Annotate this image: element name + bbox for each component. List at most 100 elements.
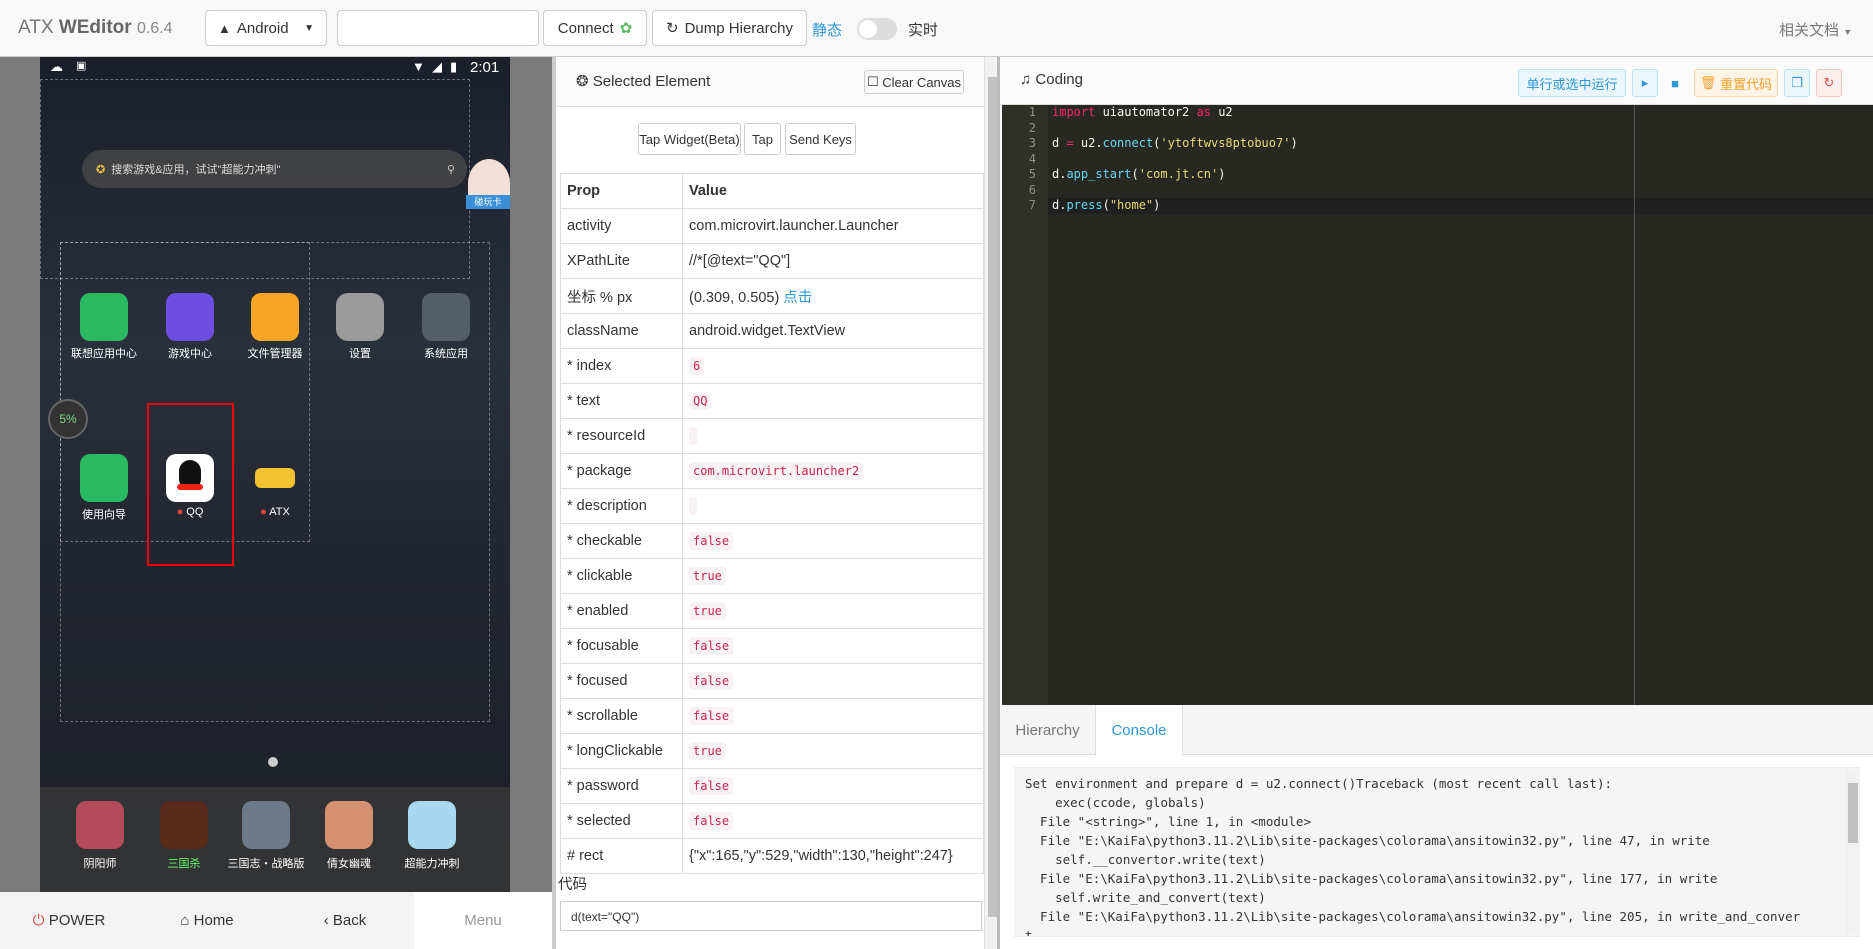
power-button[interactable]: ⏻ POWER: [0, 912, 138, 929]
dock-label: 三国杀: [167, 858, 201, 870]
checkbox-icon: ☐: [866, 74, 879, 89]
selected-element-highlight: [147, 403, 234, 566]
coding-panel: ♫ Coding 单行或选中运行 ▸ ■ 🗑 重置代码 ❐ ↻ 1234567 …: [997, 57, 1873, 949]
realtime-toggle[interactable]: [857, 18, 897, 40]
trash-icon: 🗑: [1699, 75, 1717, 90]
dock-label: 倩女幽魂: [327, 858, 371, 870]
prop-key: className: [560, 313, 683, 349]
dump-hierarchy-button[interactable]: ↻ Dump Hierarchy: [652, 10, 807, 46]
device-screen[interactable]: ☁ ▣ ▼ ◢ ▮ 2:01 ✪ 搜索游戏&应用，试试"超能力冲刺" ⚲ 碰玩卡…: [40, 57, 510, 892]
onmyoji-icon[interactable]: [76, 801, 124, 849]
code-editor[interactable]: 1234567 import uiautomator2 as u2 d = u2…: [1002, 105, 1873, 705]
qiannv-icon[interactable]: [325, 801, 373, 849]
home-icon: ⌂: [180, 912, 190, 929]
game-center-icon[interactable]: [166, 293, 214, 341]
prop-key: # rect: [560, 838, 683, 874]
code-lines[interactable]: import uiautomator2 as u2 d = u2.connect…: [1052, 105, 1298, 214]
user-guide-icon[interactable]: [80, 454, 128, 502]
prop-value: android.widget.TextView: [682, 313, 984, 349]
prop-header: Prop: [560, 173, 683, 209]
properties-body: activity com.microvirt.launcher.Launcher X…: [560, 208, 984, 874]
app-brand[interactable]: ATX WEditor 0.6.4: [18, 17, 173, 39]
prop-value-text: com.microvirt.launcher2: [689, 462, 864, 480]
table-row: * selected false: [560, 803, 984, 839]
tap-button[interactable]: Tap: [744, 123, 781, 155]
prop-value-text: false: [689, 637, 734, 655]
code-snippet-field[interactable]: d(text="QQ"): [560, 901, 982, 931]
prop-value-text: false: [689, 532, 734, 550]
tab-console[interactable]: Console: [1095, 705, 1183, 756]
super-dash-icon[interactable]: [408, 801, 456, 849]
app-label: 设置: [349, 348, 371, 360]
prop-value-text: false: [689, 707, 734, 725]
reload-icon[interactable]: ↻: [1816, 69, 1842, 97]
reset-code-button[interactable]: 🗑 重置代码: [1694, 69, 1778, 97]
connect-button[interactable]: Connect ✿: [543, 10, 647, 46]
back-button[interactable]: ‹ Back: [276, 912, 414, 929]
device-address-input[interactable]: [337, 10, 539, 46]
table-row: * text QQ: [560, 383, 984, 419]
prop-value: {"x":165,"y":529,"width":130,"height":24…: [682, 838, 984, 874]
system-apps-folder-icon[interactable]: [422, 293, 470, 341]
table-row: * enabled true: [560, 593, 984, 629]
console-output[interactable]: Set environment and prepare d = u2.conne…: [1014, 767, 1860, 937]
atx-taxi-icon[interactable]: [251, 454, 299, 502]
send-keys-button[interactable]: Send Keys: [785, 123, 856, 155]
tap-widget-button[interactable]: Tap Widget(Beta): [638, 123, 741, 155]
run-selected-button[interactable]: 单行或选中运行: [1518, 69, 1626, 97]
page-indicator: [268, 757, 278, 767]
plug-icon: ✿: [619, 20, 633, 37]
launcher-search-bar[interactable]: ✪ 搜索游戏&应用，试试"超能力冲刺" ⚲: [82, 150, 467, 188]
refresh-icon: ↻: [666, 20, 679, 37]
table-row: * scrollable false: [560, 698, 984, 734]
home-button[interactable]: ⌂ Home: [138, 912, 276, 929]
copy-icon[interactable]: ❐: [1784, 69, 1810, 97]
prop-value: com.microvirt.launcher2: [682, 453, 984, 489]
code-line: import uiautomator2 as u2: [1052, 105, 1233, 119]
dump-label: Dump Hierarchy: [684, 19, 793, 37]
sanguozhi-icon[interactable]: [242, 801, 290, 849]
tab-hierarchy[interactable]: Hierarchy: [1000, 705, 1095, 755]
prop-value: false: [682, 523, 984, 559]
docs-dropdown[interactable]: 相关文档 ▼: [1779, 19, 1852, 40]
line-number: 7: [1028, 198, 1036, 212]
settings-icon[interactable]: [336, 293, 384, 341]
prop-value-text: {"x":165,"y":529,"width":130,"height":24…: [689, 848, 953, 864]
bottom-tabs: Hierarchy Console: [1000, 705, 1873, 756]
prop-value: (0.309, 0.505) 点击: [682, 278, 984, 314]
table-row: * password false: [560, 768, 984, 804]
selected-element-panel: ❂ Selected Element ☐ Clear Canvas Tap Wi…: [552, 57, 1001, 949]
app-label: 联想应用中心: [71, 348, 137, 360]
clear-canvas-button[interactable]: ☐ Clear Canvas: [864, 70, 964, 94]
table-row: * focused false: [560, 663, 984, 699]
prop-value: QQ: [682, 383, 984, 419]
properties-table: Prop Value activity com.microvirt.launcher…: [560, 173, 984, 874]
notification-icon: ☁: [50, 59, 63, 74]
lenovo-store-icon[interactable]: [80, 293, 128, 341]
sanguosha-icon[interactable]: [160, 801, 208, 849]
static-mode-label[interactable]: 静态: [812, 19, 842, 40]
app-label: 文件管理器: [247, 348, 303, 360]
prop-key: * resourceId: [560, 418, 683, 454]
prop-value: //*[@text="QQ"]: [682, 243, 984, 279]
table-row: className android.widget.TextView: [560, 313, 984, 349]
platform-select[interactable]: ▲ Android ▼: [205, 10, 327, 46]
click-coordinate-link[interactable]: 点击: [783, 290, 812, 306]
version-label: 0.6.4: [136, 20, 173, 37]
download-icon: ▣: [76, 60, 87, 72]
run-icon[interactable]: ▸: [1632, 69, 1658, 97]
file-manager-icon[interactable]: [251, 293, 299, 341]
console-scrollbar-thumb[interactable]: [1848, 783, 1858, 843]
console-scrollbar[interactable]: [1846, 769, 1860, 935]
realtime-mode-label: 实时: [908, 22, 939, 39]
dock: 阴阳师 三国杀 三国志・战略版 倩女幽魂 超能力冲刺: [40, 787, 510, 892]
battery-widget[interactable]: 5%: [48, 399, 88, 439]
table-row: * longClickable true: [560, 733, 984, 769]
prop-value: [682, 418, 984, 454]
docs-label: 相关文档: [1779, 22, 1840, 39]
prop-value-text: false: [689, 777, 734, 795]
stop-icon[interactable]: ■: [1664, 69, 1686, 97]
menu-button[interactable]: Menu: [414, 892, 552, 949]
